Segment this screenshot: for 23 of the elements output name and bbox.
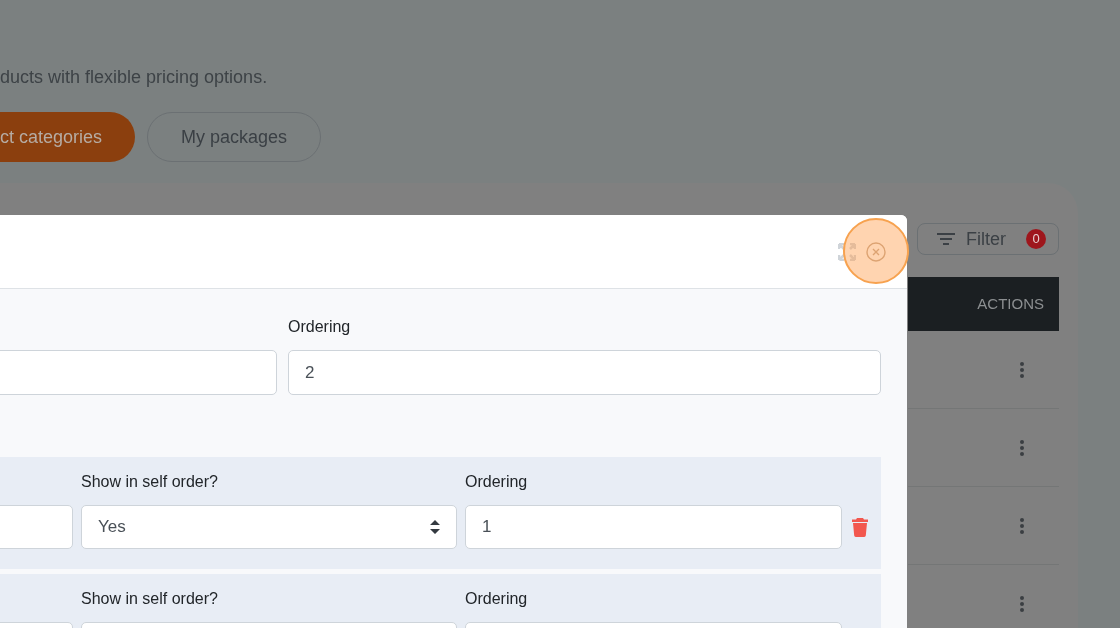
trash-icon[interactable] bbox=[852, 518, 868, 537]
select-field[interactable]: Yes bbox=[81, 505, 457, 549]
column-header: ACTIONS bbox=[977, 293, 1044, 314]
field-label: Ordering bbox=[465, 472, 529, 492]
text-field[interactable]: 1 bbox=[465, 505, 842, 549]
field-label: Ordering bbox=[288, 317, 352, 337]
text-field[interactable] bbox=[0, 505, 73, 549]
close-icon[interactable] bbox=[866, 241, 886, 262]
field-label: Show in self order? bbox=[81, 589, 219, 609]
filter-button[interactable]: Filter 0 bbox=[917, 223, 1059, 255]
text-field[interactable]: 2 bbox=[288, 350, 881, 395]
expand-icon[interactable] bbox=[838, 242, 856, 261]
field-label: Ordering bbox=[465, 589, 529, 609]
page-description: ducts with flexible pricing options. bbox=[0, 66, 268, 89]
text-field[interactable] bbox=[0, 350, 277, 395]
count-badge: 0 bbox=[1026, 229, 1046, 249]
field-label: Show in self order? bbox=[81, 472, 219, 492]
kebab-menu-icon[interactable] bbox=[1020, 439, 1024, 456]
kebab-menu-icon[interactable] bbox=[1020, 517, 1024, 534]
kebab-menu-icon[interactable] bbox=[1020, 595, 1024, 612]
sort-caret-icon bbox=[430, 520, 440, 534]
filter-icon bbox=[937, 233, 955, 245]
kebab-menu-icon[interactable] bbox=[1020, 361, 1024, 378]
